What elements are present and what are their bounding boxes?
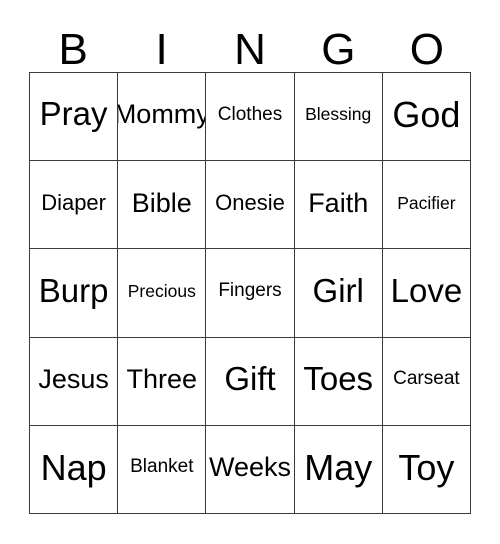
bingo-header-cell-o: O bbox=[383, 12, 471, 72]
bingo-header-letter: N bbox=[234, 25, 266, 74]
bingo-cell[interactable]: Girl bbox=[294, 249, 383, 338]
bingo-card: B I N G O Pray Mommy Clothes Blessing Go… bbox=[0, 0, 500, 544]
bingo-cell-label: Bible bbox=[131, 187, 192, 218]
bingo-cell-label: Precious bbox=[127, 280, 196, 301]
bingo-cell-label: Toes bbox=[303, 359, 374, 397]
bingo-cell-label: Nap bbox=[40, 446, 107, 488]
bingo-row: Nap Blanket Weeks May Toy bbox=[30, 425, 472, 515]
bingo-cell[interactable]: Toy bbox=[382, 425, 472, 515]
bingo-cell[interactable]: Blanket bbox=[118, 425, 207, 515]
bingo-cell[interactable]: Onesie bbox=[206, 161, 295, 250]
bingo-cell[interactable]: Toes bbox=[294, 337, 383, 426]
bingo-cell-label: Love bbox=[390, 271, 463, 309]
bingo-cell-label: Pacifier bbox=[397, 192, 456, 213]
bingo-cell[interactable]: Precious bbox=[118, 249, 207, 338]
bingo-header-cell-n: N bbox=[206, 12, 294, 72]
bingo-cell-label: Fingers bbox=[218, 280, 282, 302]
bingo-cell-label: May bbox=[304, 446, 373, 488]
bingo-cell-label: Diaper bbox=[41, 190, 106, 216]
bingo-cell[interactable]: Gift bbox=[206, 337, 295, 426]
bingo-cell-label: Mommy bbox=[118, 99, 207, 130]
bingo-header-cell-i: I bbox=[117, 12, 205, 72]
bingo-cell[interactable]: Faith bbox=[294, 161, 383, 250]
bingo-cell-label: Pray bbox=[39, 95, 108, 133]
bingo-cell-label: Weeks bbox=[208, 452, 292, 483]
bingo-cell[interactable]: Blessing bbox=[294, 73, 383, 162]
bingo-cell-label: Three bbox=[126, 364, 198, 395]
bingo-cell[interactable]: Carseat bbox=[382, 337, 472, 426]
bingo-cell-label: Carseat bbox=[393, 368, 460, 390]
bingo-header-letter: I bbox=[155, 25, 168, 74]
bingo-cell[interactable]: Weeks bbox=[206, 425, 295, 515]
bingo-cell[interactable]: Nap bbox=[30, 425, 119, 515]
bingo-cell[interactable]: Pacifier bbox=[382, 161, 472, 250]
bingo-header-letter: B bbox=[58, 25, 88, 74]
bingo-cell[interactable]: Love bbox=[382, 249, 472, 338]
bingo-cell-label: Blanket bbox=[130, 456, 194, 478]
bingo-cell[interactable]: Three bbox=[118, 337, 207, 426]
bingo-cell[interactable]: Mommy bbox=[118, 73, 207, 162]
bingo-cell[interactable]: May bbox=[294, 425, 383, 515]
bingo-cell[interactable]: Jesus bbox=[30, 337, 119, 426]
bingo-cell[interactable]: Fingers bbox=[206, 249, 295, 338]
bingo-row: Diaper Bible Onesie Faith Pacifier bbox=[30, 161, 472, 250]
bingo-cell[interactable]: Burp bbox=[30, 249, 119, 338]
bingo-cell-label: Girl bbox=[312, 271, 364, 309]
bingo-row: Jesus Three Gift Toes Carseat bbox=[30, 337, 472, 426]
bingo-header-letter: G bbox=[321, 25, 356, 74]
bingo-row: Pray Mommy Clothes Blessing God bbox=[30, 73, 472, 162]
bingo-cell-label: God bbox=[392, 93, 461, 135]
bingo-cell-label: Blessing bbox=[305, 104, 372, 125]
bingo-cell-label: Clothes bbox=[217, 103, 283, 125]
bingo-cell-label: Onesie bbox=[215, 190, 285, 216]
bingo-cell[interactable]: Diaper bbox=[30, 161, 119, 250]
bingo-header-letter: O bbox=[409, 25, 444, 74]
bingo-row: Burp Precious Fingers Girl Love bbox=[30, 249, 472, 338]
bingo-cell-label: Gift bbox=[224, 359, 276, 397]
bingo-header-cell-g: G bbox=[294, 12, 382, 72]
bingo-cell[interactable]: Bible bbox=[118, 161, 207, 250]
bingo-header-row: B I N G O bbox=[29, 12, 471, 72]
bingo-cell-label: Burp bbox=[38, 271, 109, 309]
bingo-grid: Pray Mommy Clothes Blessing God Diaper B… bbox=[29, 72, 472, 515]
bingo-cell[interactable]: God bbox=[382, 73, 472, 162]
bingo-cell-label: Jesus bbox=[38, 364, 109, 395]
bingo-cell[interactable]: Pray bbox=[30, 73, 119, 162]
bingo-cell-label: Faith bbox=[308, 187, 369, 218]
bingo-cell[interactable]: Clothes bbox=[206, 73, 295, 162]
bingo-cell-label: Toy bbox=[398, 446, 455, 488]
bingo-header-cell-b: B bbox=[29, 12, 117, 72]
